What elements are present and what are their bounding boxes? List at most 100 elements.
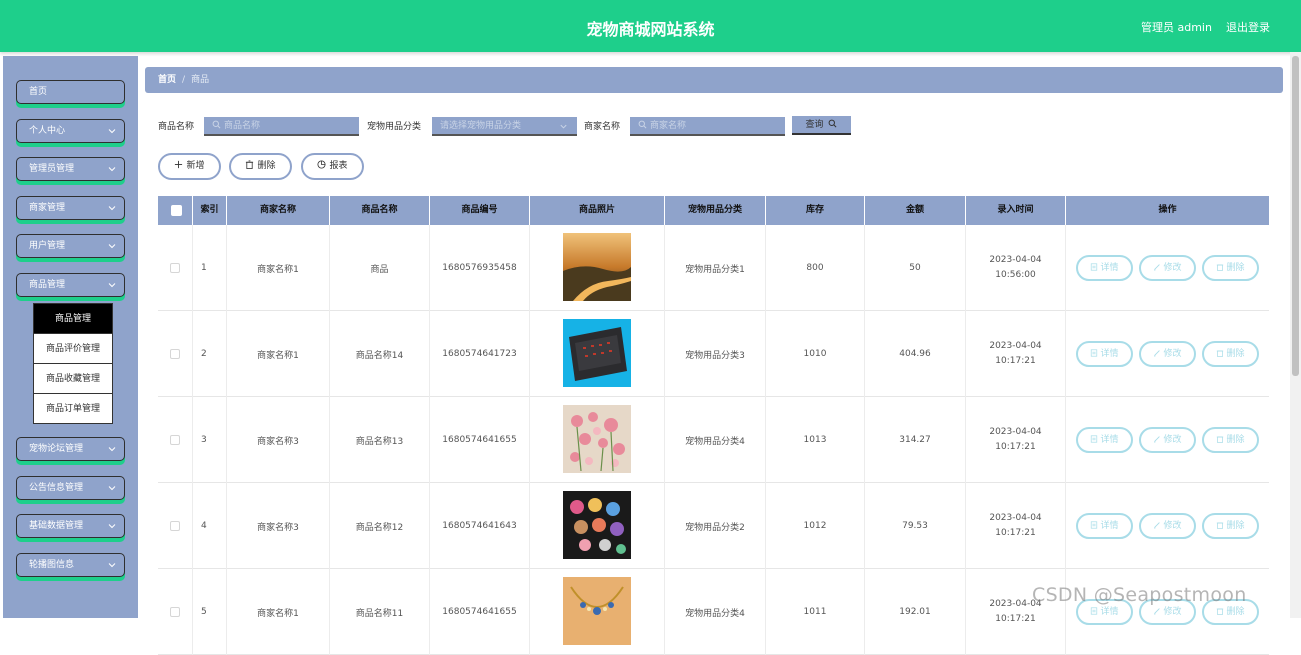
add-button[interactable]: 新增 [158,153,221,180]
detail-label: 详情 [1100,521,1118,531]
edit-button[interactable]: 修改 [1139,427,1196,453]
sidebar-item-label: 商品管理 [29,280,65,290]
breadcrumb-home[interactable]: 首页 [158,75,176,85]
trash-icon [1216,263,1224,271]
row-delete-button[interactable]: 删除 [1202,341,1259,367]
cell-index: 1 [193,225,227,311]
edit-button[interactable]: 修改 [1139,255,1196,281]
pencil-icon [1153,521,1161,529]
row-delete-button[interactable]: 删除 [1202,427,1259,453]
query-button[interactable]: 查询 [792,116,851,135]
product-photo [563,233,631,304]
merchant-name-placeholder: 商家名称 [650,121,686,131]
category-select[interactable]: 请选择宠物用品分类 [432,117,577,136]
submenu-item-product-review[interactable]: 商品评价管理 [34,334,112,364]
report-button-label: 报表 [329,161,347,171]
row-delete-button[interactable]: 删除 [1202,513,1259,539]
document-icon [1090,521,1098,529]
merchant-name-input[interactable]: 商家名称 [630,117,785,136]
edit-button[interactable]: 修改 [1139,341,1196,367]
batch-delete-button[interactable]: 删除 [229,153,292,180]
cell-category: 宠物用品分类2 [665,483,766,569]
cell-product-name: 商品 [330,225,430,311]
sidebar-item-admin-mgmt[interactable]: 管理员管理 [16,157,125,181]
add-button-label: 新增 [186,161,204,171]
sidebar-item-forum-mgmt[interactable]: 宠物论坛管理 [16,437,125,461]
submenu-item-product[interactable]: 商品管理 [34,304,112,334]
sidebar-item-carousel[interactable]: 轮播图信息 [16,553,125,577]
cell-product-name: 商品名称13 [330,397,430,483]
chevron-down-icon [107,444,117,454]
sidebar-item-user-mgmt[interactable]: 用户管理 [16,234,125,258]
edit-label: 修改 [1163,521,1181,531]
edit-label: 修改 [1163,349,1181,359]
sidebar-item-label: 管理员管理 [29,164,74,174]
cell-product-code: 1680576935458 [430,225,530,311]
chevron-down-icon [107,241,117,251]
row-delete-label: 删除 [1226,521,1244,531]
cell-select [158,397,193,483]
document-icon [1090,435,1098,443]
scrollbar-thumb[interactable] [1292,56,1299,376]
watermark: CSDN @Seapostmoon [1032,584,1247,606]
cell-stock: 1012 [766,483,865,569]
chevron-down-icon [107,164,117,174]
search-icon [828,119,837,128]
table-header: 索引 商家名称 商品名称 商品编号 商品照片 宠物用品分类 库存 金额 录入时间… [158,196,1269,225]
top-header: 宠物商城网站系统 管理员 admin 退出登录 [0,0,1301,52]
cell-amount: 79.53 [865,483,966,569]
row-delete-label: 删除 [1226,607,1244,617]
cell-product-name: 商品名称11 [330,569,430,655]
detail-button[interactable]: 详情 [1076,427,1133,453]
product-submenu: 商品管理 商品评价管理 商品收藏管理 商品订单管理 [33,303,113,424]
edit-button[interactable]: 修改 [1139,513,1196,539]
detail-button[interactable]: 详情 [1076,513,1133,539]
sidebar-item-profile[interactable]: 个人中心 [16,119,125,143]
sidebar-item-basic-data-mgmt[interactable]: 基础数据管理 [16,514,125,538]
edit-label: 修改 [1163,435,1181,445]
sidebar-item-product-mgmt[interactable]: 商品管理 [16,273,125,297]
row-checkbox[interactable] [170,521,180,531]
submenu-item-product-favorite[interactable]: 商品收藏管理 [34,364,112,394]
cell-product-code: 1680574641643 [430,483,530,569]
product-name-input[interactable]: 商品名称 [204,117,359,136]
edit-label: 修改 [1163,607,1181,617]
document-icon [1090,263,1098,271]
logout-link[interactable]: 退出登录 [1226,19,1270,35]
submenu-item-product-order[interactable]: 商品订单管理 [34,394,112,423]
batch-delete-label: 删除 [257,161,275,171]
cell-category: 宠物用品分类4 [665,397,766,483]
row-checkbox[interactable] [170,349,180,359]
row-checkbox[interactable] [170,607,180,617]
cell-select [158,311,193,397]
report-button[interactable]: 报表 [301,153,364,180]
row-checkbox[interactable] [170,263,180,273]
sidebar-item-home[interactable]: 首页 [16,80,125,104]
row-checkbox[interactable] [170,435,180,445]
trash-icon [1216,349,1224,357]
chevron-down-icon [107,126,117,136]
table-row: 1商家名称1商品1680576935458宠物用品分类1800502023-04… [158,225,1269,311]
detail-button[interactable]: 详情 [1076,341,1133,367]
row-delete-button[interactable]: 删除 [1202,255,1259,281]
header-product-name: 商品名称 [330,196,430,225]
site-title: 宠物商城网站系统 [0,16,1301,40]
cell-operations: 详情 修改 删除 [1066,311,1269,397]
cell-category: 宠物用品分类1 [665,225,766,311]
sidebar-item-merchant-mgmt[interactable]: 商家管理 [16,196,125,220]
search-icon [638,120,647,129]
header-category: 宠物用品分类 [665,196,766,225]
sidebar-item-notice-mgmt[interactable]: 公告信息管理 [16,476,125,500]
header-stock: 库存 [766,196,865,225]
product-photo [563,319,631,390]
select-all-checkbox[interactable] [171,205,182,216]
cell-amount: 314.27 [865,397,966,483]
cell-operations: 详情修改删除 [1066,225,1269,311]
detail-button[interactable]: 详情 [1076,255,1133,281]
cell-merchant: 商家名称1 [227,225,330,311]
header-amount: 金额 [865,196,966,225]
cell-index: 2 [193,311,227,397]
table-row: 3商家名称3商品名称131680574641655宠物用品分类41013314.… [158,397,1269,483]
cell-category: 宠物用品分类3 [665,311,766,397]
cell-index: 3 [193,397,227,483]
